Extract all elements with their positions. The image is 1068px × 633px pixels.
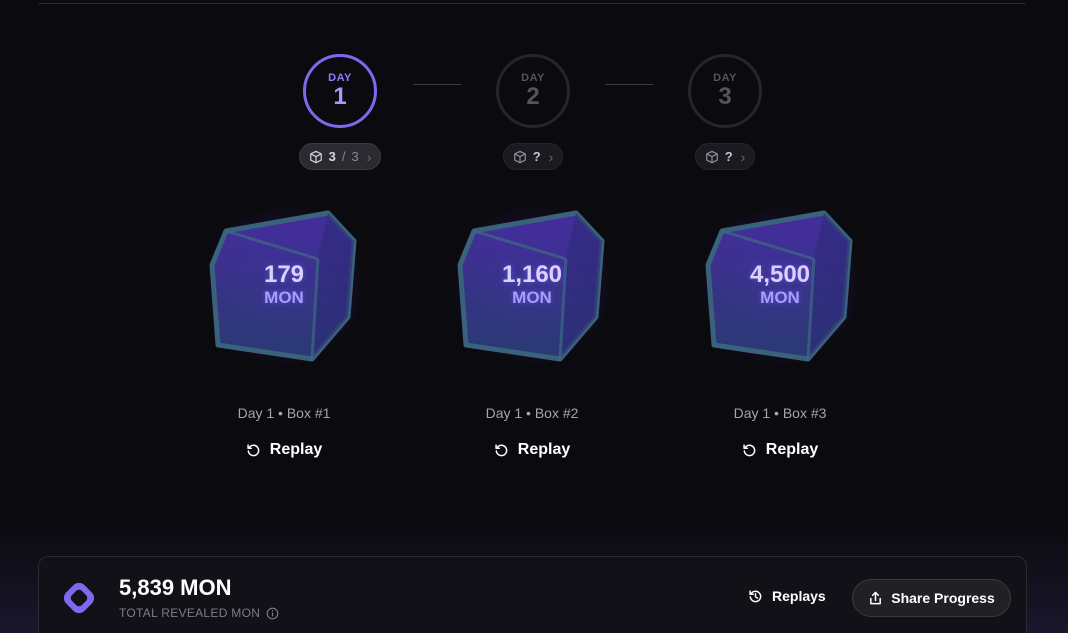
cube-icon bbox=[705, 150, 718, 163]
day-circle[interactable]: DAY 3 bbox=[688, 54, 762, 128]
box-caption: Day 1 • Box #3 bbox=[733, 405, 827, 421]
box-card-3: 4,500 MON Day 1 • Box #3 Replay bbox=[670, 195, 890, 459]
replays-label: Replays bbox=[772, 588, 826, 604]
replay-label: Replay bbox=[269, 441, 323, 458]
cube-icon bbox=[513, 150, 526, 163]
box-unit: MON bbox=[760, 288, 800, 307]
day-box-counter[interactable]: ? › bbox=[502, 143, 564, 170]
replay-button[interactable]: Replay bbox=[246, 441, 322, 459]
chevron-right-icon: › bbox=[740, 148, 746, 165]
box-caption: Day 1 • Box #1 bbox=[237, 405, 331, 421]
day-step-1[interactable]: DAY 1 3 / 3 › bbox=[270, 54, 410, 170]
day-connector bbox=[605, 84, 653, 85]
history-icon bbox=[749, 589, 762, 602]
replay-label: Replay bbox=[765, 441, 819, 458]
share-label: Share Progress bbox=[891, 590, 995, 606]
box-card-2: 1,160 MON Day 1 • Box #2 Replay bbox=[422, 195, 642, 459]
mystery-box[interactable]: 4,500 MON bbox=[680, 195, 880, 375]
day-step-3[interactable]: DAY 3 ? › bbox=[655, 54, 795, 170]
revealed-boxes: 179 MON Day 1 • Box #1 Replay 1,160 MON … bbox=[0, 195, 1068, 475]
mystery-box[interactable]: 1,160 MON bbox=[432, 195, 632, 375]
day-box-counter[interactable]: ? › bbox=[694, 143, 756, 170]
total-revealed-label: TOTAL REVEALED MON bbox=[119, 606, 279, 620]
box-count: ? bbox=[724, 149, 733, 164]
replay-button[interactable]: Replay bbox=[494, 441, 570, 459]
total-revealed-amount: 5,839 MON bbox=[119, 575, 232, 600]
info-icon[interactable] bbox=[266, 607, 279, 620]
box-unit: MON bbox=[512, 288, 552, 307]
day-number: 2 bbox=[526, 83, 540, 110]
day-progress: DAY 1 3 / 3 › DAY 2 ? › DAY 3 ? › bbox=[0, 54, 1068, 184]
total-label-text: TOTAL REVEALED MON bbox=[119, 606, 261, 620]
box-amount: 179 bbox=[263, 261, 305, 288]
chevron-right-icon: › bbox=[366, 148, 372, 165]
box-reward: 1,160 MON bbox=[502, 262, 562, 308]
chevron-right-icon: › bbox=[548, 148, 554, 165]
box-unit: MON bbox=[264, 288, 304, 307]
day-number: 1 bbox=[333, 83, 347, 110]
share-icon bbox=[870, 591, 882, 604]
day-connector bbox=[413, 84, 461, 85]
box-reward: 179 MON bbox=[264, 262, 304, 308]
box-count: 3 bbox=[328, 149, 336, 164]
replay-icon bbox=[495, 443, 508, 456]
share-progress-button[interactable]: Share Progress bbox=[852, 579, 1011, 617]
replays-button[interactable]: Replays bbox=[748, 588, 826, 604]
summary-bar: 5,839 MON TOTAL REVEALED MON Replays Sha… bbox=[38, 556, 1027, 633]
cube-icon bbox=[309, 150, 322, 163]
day-circle[interactable]: DAY 2 bbox=[496, 54, 570, 128]
box-amount: 4,500 bbox=[749, 261, 811, 288]
day-box-counter[interactable]: 3 / 3 › bbox=[298, 143, 382, 170]
replay-icon bbox=[247, 443, 260, 456]
replay-icon bbox=[743, 443, 756, 456]
day-step-2[interactable]: DAY 2 ? › bbox=[463, 54, 603, 170]
box-reward: 4,500 MON bbox=[750, 262, 810, 308]
box-amount: 1,160 bbox=[501, 261, 563, 288]
day-circle[interactable]: DAY 1 bbox=[303, 54, 377, 128]
page: DAY 1 3 / 3 › DAY 2 ? › DAY 3 ? › 179 MO… bbox=[0, 0, 1068, 633]
box-total: 3 bbox=[351, 149, 359, 164]
replay-label: Replay bbox=[517, 441, 571, 458]
mystery-box[interactable]: 179 MON bbox=[184, 195, 384, 375]
box-card-1: 179 MON Day 1 • Box #1 Replay bbox=[174, 195, 394, 459]
box-count: ? bbox=[532, 149, 541, 164]
box-caption: Day 1 • Box #2 bbox=[485, 405, 579, 421]
monad-logo-icon bbox=[59, 578, 99, 618]
replay-button[interactable]: Replay bbox=[742, 441, 818, 459]
day-number: 3 bbox=[718, 83, 732, 110]
top-divider bbox=[38, 3, 1026, 4]
box-count-separator: / bbox=[341, 149, 346, 164]
